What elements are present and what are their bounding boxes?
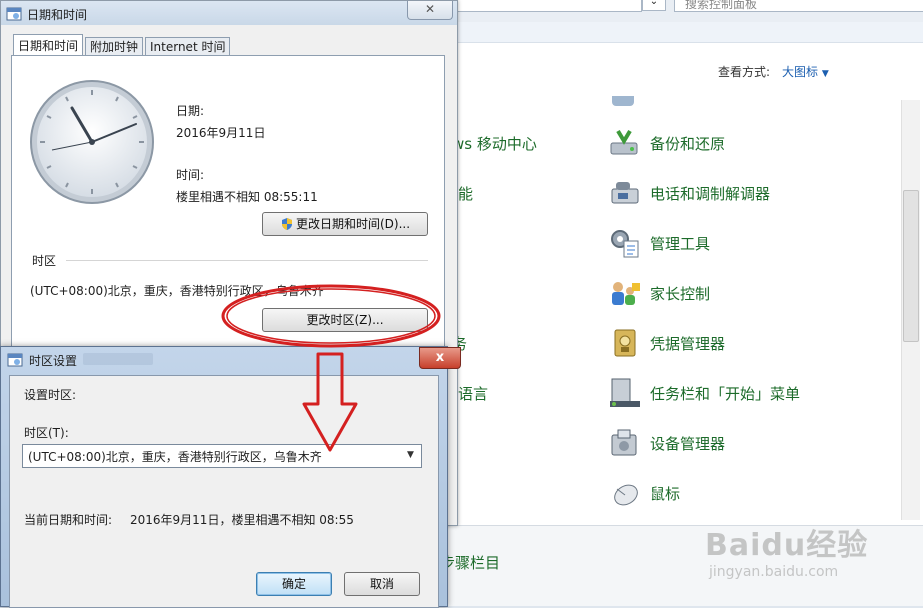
highlight-ellipse [221, 284, 441, 348]
highlight-ellipse-inner [226, 288, 436, 344]
down-arrow-annotation [302, 352, 358, 452]
annotation-overlay [221, 284, 441, 452]
